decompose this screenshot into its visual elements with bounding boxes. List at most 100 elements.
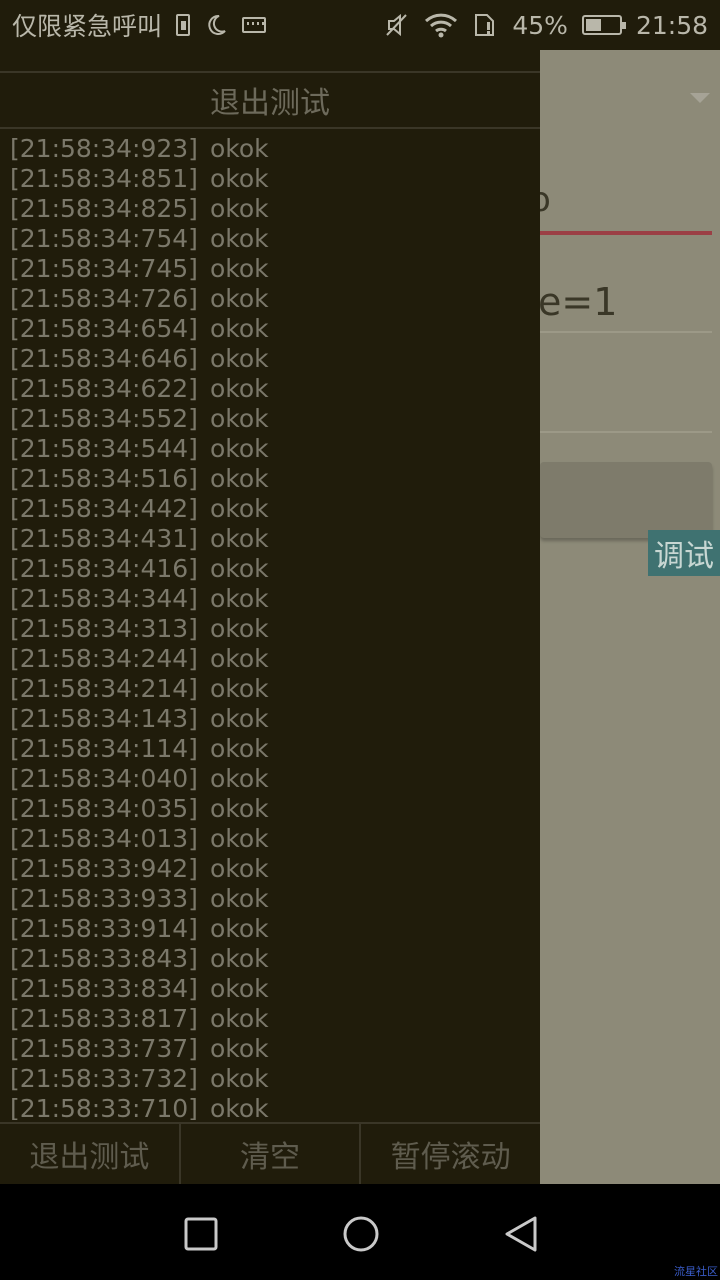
log-message: okok	[209, 734, 269, 763]
log-row: [21:58:33:834] okok	[10, 974, 535, 1004]
triangle-back-icon[interactable]	[501, 1214, 541, 1254]
log-message: okok	[209, 584, 269, 613]
log-timestamp: [21:58:33:817]	[10, 1004, 198, 1033]
background-divider	[540, 431, 712, 433]
battery-percent: 45%	[512, 10, 568, 40]
log-message: okok	[209, 944, 269, 973]
log-timestamp: [21:58:34:244]	[10, 644, 198, 673]
bottom-toolbar: 退出测试 清空 暂停滚动	[0, 1122, 540, 1184]
panel-header-exit-test[interactable]: 退出测试	[0, 71, 540, 129]
log-timestamp: [21:58:34:825]	[10, 194, 198, 223]
log-message: okok	[209, 884, 269, 913]
log-timestamp: [21:58:34:344]	[10, 584, 198, 613]
log-message: okok	[209, 914, 269, 943]
log-row: [21:58:34:013] okok	[10, 824, 535, 854]
log-message: okok	[209, 314, 269, 343]
log-row: [21:58:33:710] okok	[10, 1094, 535, 1120]
background-divider	[540, 331, 712, 333]
log-message: okok	[209, 134, 269, 163]
clear-button[interactable]: 清空	[181, 1124, 362, 1184]
log-row: [21:58:34:035] okok	[10, 794, 535, 824]
log-row: [21:58:34:214] okok	[10, 674, 535, 704]
log-row: [21:58:34:313] okok	[10, 614, 535, 644]
log-message: okok	[209, 1094, 269, 1120]
log-timestamp: [21:58:34:114]	[10, 734, 198, 763]
log-row: [21:58:34:622] okok	[10, 374, 535, 404]
log-row: [21:58:34:646] okok	[10, 344, 535, 374]
log-row: [21:58:34:114] okok	[10, 734, 535, 764]
keyboard-icon	[242, 17, 267, 33]
watermark-text: 流星社区	[674, 1265, 718, 1278]
status-bar: 仅限紧急呼叫 45% 21:58	[0, 0, 720, 50]
wifi-icon	[424, 12, 458, 38]
log-message: okok	[209, 704, 269, 733]
debug-tab-button[interactable]: 调试	[648, 530, 720, 576]
log-timestamp: [21:58:34:431]	[10, 524, 198, 553]
log-row: [21:58:33:737] okok	[10, 1034, 535, 1064]
circle-home-icon[interactable]	[341, 1214, 381, 1254]
log-timestamp: [21:58:34:923]	[10, 134, 198, 163]
log-message: okok	[209, 374, 269, 403]
log-message: okok	[209, 404, 269, 433]
log-row: [21:58:34:416] okok	[10, 554, 535, 584]
pause-scroll-button[interactable]: 暂停滚动	[361, 1124, 540, 1184]
log-row: [21:58:33:942] okok	[10, 854, 535, 884]
clock: 21:58	[635, 10, 708, 40]
log-row: [21:58:34:923] okok	[10, 134, 535, 164]
log-timestamp: [21:58:34:745]	[10, 254, 198, 283]
log-message: okok	[209, 644, 269, 673]
log-timestamp: [21:58:33:933]	[10, 884, 198, 913]
log-row: [21:58:34:344] okok	[10, 584, 535, 614]
log-timestamp: [21:58:33:942]	[10, 854, 198, 883]
log-message: okok	[209, 524, 269, 553]
log-message: okok	[209, 194, 269, 223]
log-timestamp: [21:58:34:516]	[10, 464, 198, 493]
log-timestamp: [21:58:34:544]	[10, 434, 198, 463]
log-row: [21:58:34:825] okok	[10, 194, 535, 224]
log-row: [21:58:33:914] okok	[10, 914, 535, 944]
log-message: okok	[209, 464, 269, 493]
debug-panel: 退出测试 [21:58:34:923] okok [21:58:34:851] oko…	[0, 50, 540, 1184]
log-timestamp: [21:58:34:035]	[10, 794, 198, 823]
log-timestamp: [21:58:33:732]	[10, 1064, 198, 1093]
log-row: [21:58:33:843] okok	[10, 944, 535, 974]
carrier-text: 仅限紧急呼叫	[12, 12, 163, 41]
log-row: [21:58:34:654] okok	[10, 314, 535, 344]
log-list[interactable]: [21:58:34:923] okok [21:58:34:851] okok [21:…	[10, 134, 535, 1120]
background-field-underline	[540, 231, 712, 235]
log-row: [21:58:34:754] okok	[10, 224, 535, 254]
log-message: okok	[209, 824, 269, 853]
log-row: [21:58:34:544] okok	[10, 434, 535, 464]
log-timestamp: [21:58:34:552]	[10, 404, 198, 433]
sim-card-icon	[176, 14, 191, 36]
mute-icon	[384, 12, 410, 38]
log-message: okok	[209, 494, 269, 523]
log-message: okok	[209, 554, 269, 583]
dropdown-arrow-icon	[690, 93, 710, 103]
log-message: okok	[209, 674, 269, 703]
log-message: okok	[209, 1064, 269, 1093]
log-message: okok	[209, 794, 269, 823]
log-row: [21:58:33:817] okok	[10, 1004, 535, 1034]
log-timestamp: [21:58:34:726]	[10, 284, 198, 313]
log-row: [21:58:34:143] okok	[10, 704, 535, 734]
exit-test-button[interactable]: 退出测试	[0, 1124, 181, 1184]
log-row: [21:58:34:431] okok	[10, 524, 535, 554]
log-timestamp: [21:58:34:416]	[10, 554, 198, 583]
background-value-text: e=1	[538, 280, 618, 324]
log-row: [21:58:34:726] okok	[10, 284, 535, 314]
log-message: okok	[209, 1034, 269, 1063]
log-row: [21:58:33:732] okok	[10, 1064, 535, 1094]
log-row: [21:58:33:933] okok	[10, 884, 535, 914]
log-timestamp: [21:58:33:914]	[10, 914, 198, 943]
log-message: okok	[209, 434, 269, 463]
log-message: okok	[209, 164, 269, 193]
log-row: [21:58:34:516] okok	[10, 464, 535, 494]
log-message: okok	[209, 284, 269, 313]
log-message: okok	[209, 614, 269, 643]
log-row: [21:58:34:244] okok	[10, 644, 535, 674]
moon-icon	[204, 13, 228, 37]
log-timestamp: [21:58:34:040]	[10, 764, 198, 793]
log-timestamp: [21:58:34:143]	[10, 704, 198, 733]
square-recent-apps-icon[interactable]	[181, 1214, 221, 1254]
